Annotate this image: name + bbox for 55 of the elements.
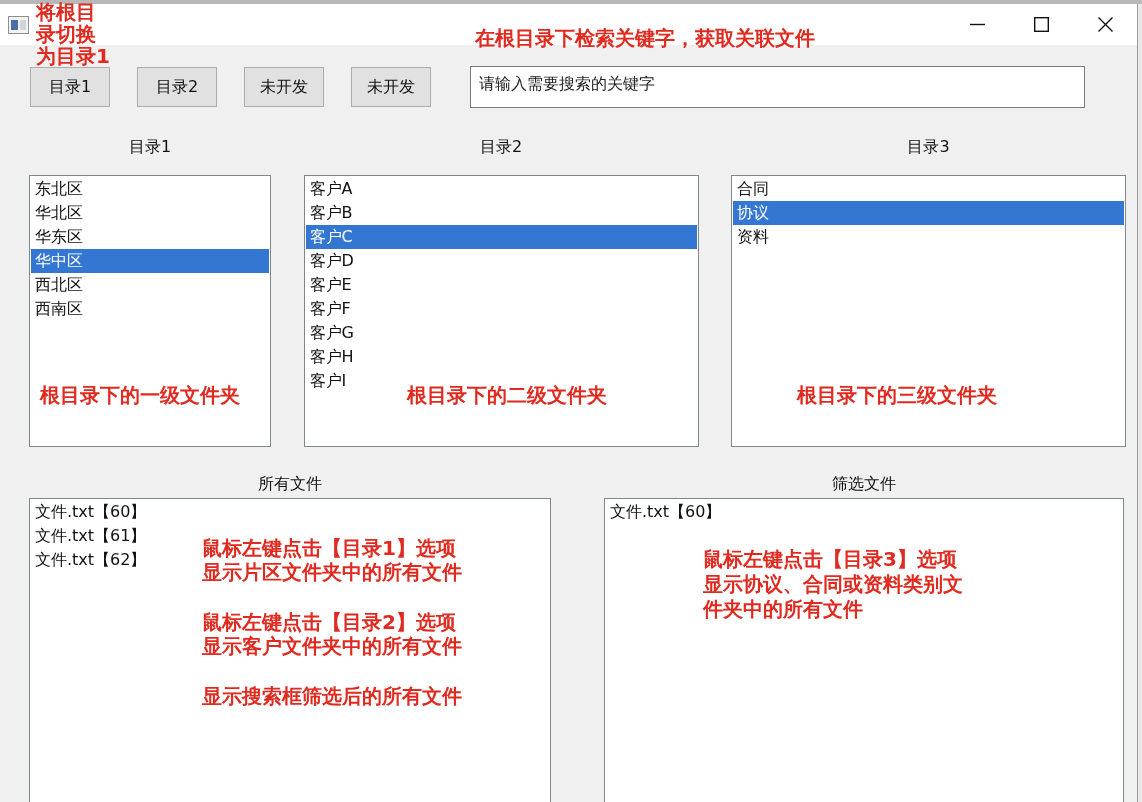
annotation-text: 根目录下的三级文件夹: [796, 384, 997, 406]
list-item[interactable]: 客户F: [305, 297, 355, 321]
list-item[interactable]: 华北区: [31, 201, 87, 225]
list-item[interactable]: 客户I: [305, 369, 351, 393]
annotation-text: 为目录1: [36, 45, 110, 67]
list-item[interactable]: 西北区: [31, 273, 87, 297]
list-item[interactable]: 客户C: [305, 225, 697, 249]
list-title: 所有文件: [258, 473, 322, 495]
list-item[interactable]: 协议: [733, 201, 1124, 225]
maximize-icon[interactable]: [1033, 17, 1049, 32]
list-title: 目录1: [128, 137, 172, 157]
list-item[interactable]: 客户A: [305, 177, 357, 201]
list-item[interactable]: 客户B: [305, 201, 357, 225]
list-item[interactable]: 华中区: [31, 249, 269, 273]
list-item[interactable]: 客户G: [305, 321, 358, 345]
annotation-text: 录切换: [36, 23, 96, 45]
list-item[interactable]: 客户D: [305, 249, 358, 273]
list-box[interactable]: 客户A 客户B 客户C 客户D 客户E 客户F 客户G 客户H 客户I 根目录下的二级文件夹: [303, 175, 699, 447]
list-item[interactable]: 文件.txt【62】: [31, 548, 151, 572]
list-item[interactable]: 客户E: [305, 273, 356, 297]
toolbar-button[interactable]: 目录1: [30, 67, 110, 107]
window-icon: [8, 15, 29, 34]
list-item[interactable]: 华东区: [31, 225, 87, 249]
list-item[interactable]: 客户H: [305, 345, 358, 369]
list-item[interactable]: 文件.txt【60】: [606, 500, 726, 524]
list-box[interactable]: 合同 协议 资料 根目录下的三级文件夹: [731, 175, 1126, 447]
annotation-text: 鼠标左键点击【目录1】选项: [202, 536, 456, 560]
list-title: 筛选文件: [832, 473, 896, 495]
list-box[interactable]: 文件.txt【60】 鼠标左键点击【目录3】选项 显示协议、合同或资料类别文 件夹中的所有文件: [604, 498, 1124, 802]
list-box[interactable]: 文件.txt【60】 文件.txt【61】 文件.txt【62】 鼠标左键点击【目录1】选项 显示片区文件夹中的所有文件 鼠标左键点击【目录2】选项 显示客户文件夹中的所有文件 显示搜索框筛选后的所有文件: [29, 498, 551, 802]
list-item[interactable]: 合同: [733, 177, 773, 201]
annotation-text: 显示片区文件夹中的所有文件: [202, 560, 462, 584]
toolbar-button[interactable]: 目录2: [137, 67, 217, 107]
list-item[interactable]: 西南区: [31, 297, 87, 321]
list-title: 目录2: [479, 137, 523, 157]
list-item[interactable]: 东北区: [31, 177, 87, 201]
search-field[interactable]: 请输入需要搜索的关键字: [470, 66, 1085, 108]
close-icon[interactable]: [1097, 17, 1113, 32]
annotation-text: 根目录下的一级文件夹: [40, 384, 240, 406]
annotation-text: 显示客户文件夹中的所有文件: [202, 634, 462, 658]
list-item[interactable]: 资料: [733, 225, 773, 249]
list-box[interactable]: 东北区 华北区 华东区 华中区 西北区 西南区 根目录下的一级文件夹: [29, 175, 271, 447]
annotation-text: 显示协议、合同或资料类别文: [703, 572, 963, 597]
annotation-text: 将根目: [36, 1, 96, 23]
annotation-text: 根目录下的二级文件夹: [407, 384, 607, 406]
annotation-text: 显示搜索框筛选后的所有文件: [202, 684, 462, 708]
toolbar-button[interactable]: 未开发: [351, 67, 431, 107]
toolbar-button[interactable]: 未开发: [244, 67, 324, 107]
annotation-text: 鼠标左键点击【目录3】选项: [703, 547, 957, 572]
annotation-text: 在根目录下检索关键字，获取关联文件: [475, 27, 815, 49]
annotation-text: 件夹中的所有文件: [703, 597, 863, 622]
list-item[interactable]: 文件.txt【60】: [31, 500, 151, 524]
annotation-text: 鼠标左键点击【目录2】选项: [202, 610, 456, 634]
list-title: 目录3: [907, 137, 950, 157]
list-item[interactable]: 文件.txt【61】: [31, 524, 151, 548]
